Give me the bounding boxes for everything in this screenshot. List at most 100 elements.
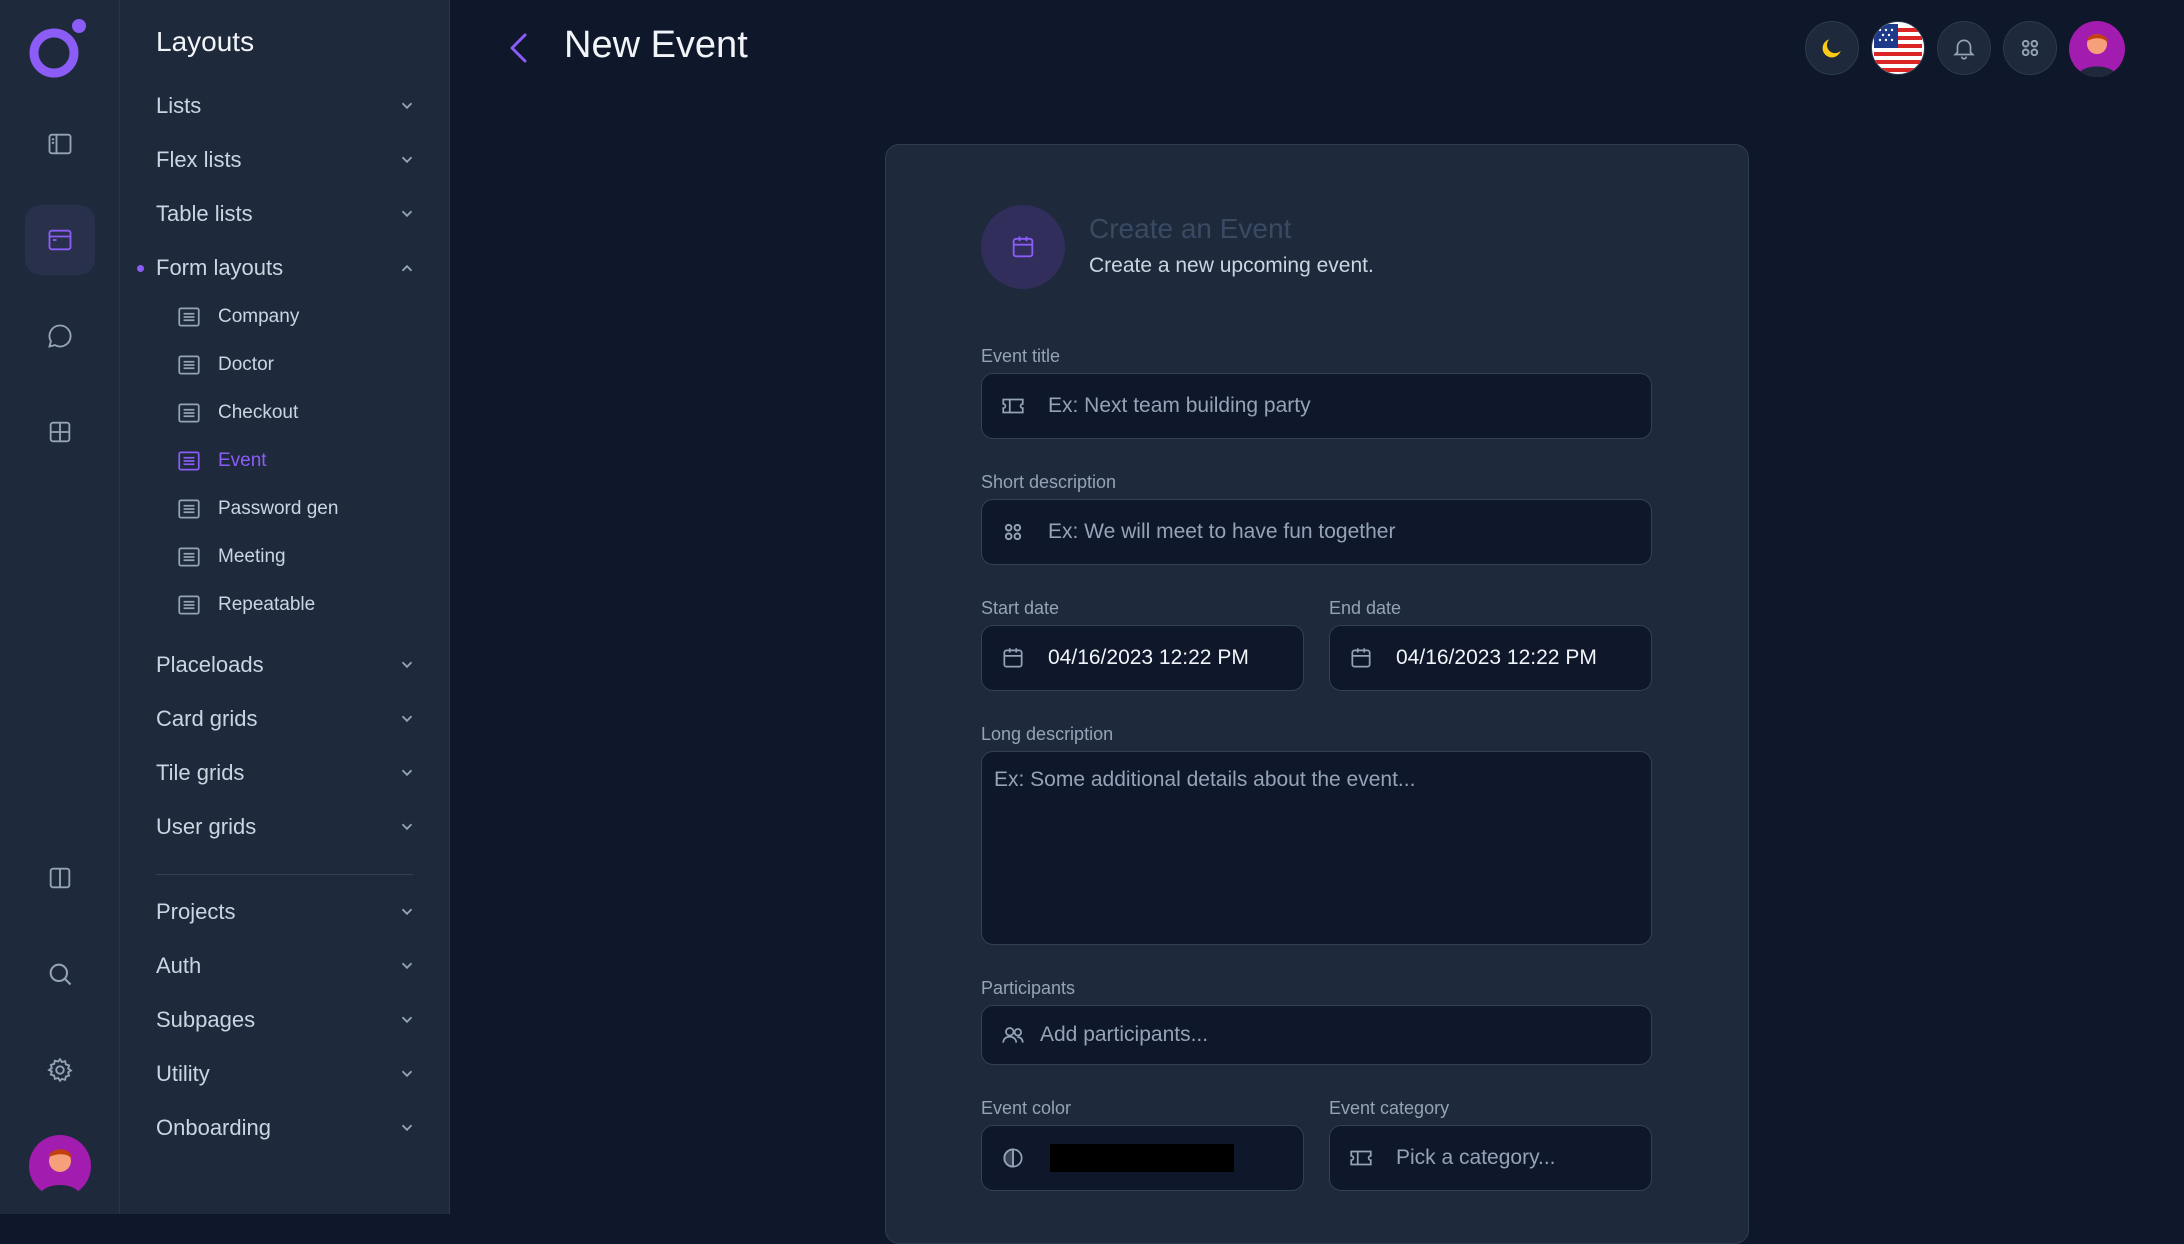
sidebar-item-label: Tile grids (156, 760, 245, 785)
dashboards-button[interactable] (25, 397, 95, 467)
sidebar-item-form-layouts[interactable]: Form layouts (156, 248, 416, 288)
sidebar-layout-button[interactable] (25, 109, 95, 179)
sidebar-item-label: Auth (156, 953, 202, 978)
search-icon (49, 963, 72, 986)
event-category-placeholder: Pick a category... (1396, 1146, 1556, 1169)
page-title: New Event (564, 24, 748, 66)
messages-button[interactable] (25, 301, 95, 371)
users-icon (1002, 1027, 1024, 1043)
back-chevron-icon[interactable] (503, 30, 535, 66)
sidebar-subitem-doctor[interactable]: Doctor (176, 347, 274, 383)
theme-toggle-button[interactable] (1805, 21, 1859, 75)
sidebar-item-user-grids[interactable]: User grids (156, 807, 416, 847)
sidebar-subitem-label: Company (218, 306, 300, 327)
avatar-icon (39, 1149, 81, 1197)
short-description-placeholder: Ex: We will meet to have fun together (1048, 520, 1396, 543)
settings-button[interactable] (25, 1035, 95, 1105)
apps-button[interactable] (2003, 21, 2057, 75)
sidebar-subitem-label: Doctor (218, 354, 274, 375)
apps-grid-icon (2021, 39, 2039, 57)
end-date-value: 04/16/2023 12:22 PM (1396, 646, 1597, 669)
ticket-icon (1002, 398, 1024, 414)
long-description-label: Long description (981, 724, 1114, 744)
event-title-input[interactable]: Ex: Next team building party (981, 373, 1652, 439)
chevron-down-icon (401, 823, 413, 831)
sidebar-item-onboarding[interactable]: Onboarding (156, 1108, 416, 1148)
sidebar-item-placeloads[interactable]: Placeloads (156, 645, 416, 685)
document-icon (178, 595, 200, 615)
sidebar-item-lists[interactable]: Lists (156, 86, 416, 126)
sidebar-item-card-grids[interactable]: Card grids (156, 699, 416, 739)
sidebar-item-label: Utility (156, 1061, 210, 1086)
sidebar-item-projects[interactable]: Projects (156, 892, 416, 932)
bell-icon (1953, 39, 1975, 60)
ticket-icon (1350, 1150, 1372, 1166)
sidebar-item-subpages[interactable]: Subpages (156, 1000, 416, 1040)
sidebar-item-auth[interactable]: Auth (156, 946, 416, 986)
chevron-down-icon (401, 962, 413, 970)
sidebar-subitem-meeting[interactable]: Meeting (176, 539, 286, 575)
user-avatar[interactable] (29, 1135, 91, 1197)
sidebar-item-label: Onboarding (156, 1115, 271, 1140)
long-description-textarea[interactable]: Ex: Some additional details about the ev… (981, 751, 1652, 945)
event-category-select[interactable]: Pick a category... (1329, 1125, 1652, 1191)
end-date-input[interactable]: 04/16/2023 12:22 PM (1329, 625, 1652, 691)
icon-rail (0, 0, 120, 1214)
calendar-icon (1003, 648, 1023, 668)
sidebar-title: Layouts (156, 26, 255, 57)
columns-icon (49, 867, 71, 889)
sidebar-layout-icon (48, 133, 72, 155)
document-icon (178, 403, 200, 423)
sidebar-subitem-label: Password gen (218, 498, 339, 519)
sidebar-item-label: Form layouts (156, 255, 284, 280)
grid-icon (49, 421, 71, 443)
window-icon (48, 229, 72, 251)
event-color-swatch (1050, 1144, 1234, 1172)
sidebar-subitem-company[interactable]: Company (176, 299, 299, 335)
chevron-down-icon (401, 769, 413, 777)
sidebar-subitem-checkout[interactable]: Checkout (176, 395, 298, 431)
chevron-down-icon (401, 908, 413, 916)
calendar-icon (1351, 648, 1371, 668)
sidebar-item-label: User grids (156, 814, 257, 839)
short-description-label: Short description (981, 472, 1117, 492)
sidebar-subitem-password-gen[interactable]: Password gen (176, 491, 338, 527)
short-description-input[interactable]: Ex: We will meet to have fun together (981, 499, 1652, 565)
event-form-card (885, 144, 1749, 1244)
us-flag-icon (1874, 24, 1922, 72)
sidebar-item-tile-grids[interactable]: Tile grids (156, 753, 416, 793)
chevron-down-icon (401, 156, 413, 164)
event-title-placeholder: Ex: Next team building party (1048, 394, 1311, 417)
chevron-down-icon (401, 715, 413, 723)
sidebar-item-label: Lists (156, 93, 202, 118)
layouts-sidebar: Layouts Lists Flex lists Table lists For… (120, 0, 450, 1214)
moon-icon (1822, 39, 1841, 58)
notifications-button[interactable] (1937, 21, 1991, 75)
search-button[interactable] (25, 939, 95, 1009)
sidebar-item-label: Subpages (156, 1007, 256, 1032)
sidebar-divider (156, 874, 413, 875)
language-button[interactable] (1871, 21, 1925, 75)
sidebar-item-table-lists[interactable]: Table lists (156, 194, 416, 234)
sidebar-item-flex-lists[interactable]: Flex lists (156, 140, 416, 180)
sidebar-item-label: Table lists (156, 201, 253, 226)
sidebar-subitem-event[interactable]: Event (176, 443, 267, 479)
sidebar-item-label: Placeloads (156, 652, 264, 677)
chevron-down-icon (401, 1016, 413, 1024)
event-category-label: Event category (1329, 1098, 1450, 1118)
logo-icon[interactable] (27, 17, 89, 79)
event-color-input[interactable] (981, 1125, 1304, 1191)
chevron-up-icon (401, 264, 413, 272)
gear-icon (47, 1057, 73, 1083)
event-color-label: Event color (981, 1098, 1072, 1118)
sidebar-subitem-repeatable[interactable]: Repeatable (176, 587, 315, 623)
end-date-label: End date (1329, 598, 1402, 618)
start-date-input[interactable]: 04/16/2023 12:22 PM (981, 625, 1304, 691)
participants-label: Participants (981, 978, 1076, 998)
sidebar-item-utility[interactable]: Utility (156, 1054, 416, 1094)
layouts-button[interactable] (25, 205, 95, 275)
chevron-down-icon (401, 661, 413, 669)
participants-input[interactable]: Add participants... (981, 1005, 1652, 1065)
profile-avatar[interactable] (2069, 21, 2125, 77)
panels-button[interactable] (25, 843, 95, 913)
